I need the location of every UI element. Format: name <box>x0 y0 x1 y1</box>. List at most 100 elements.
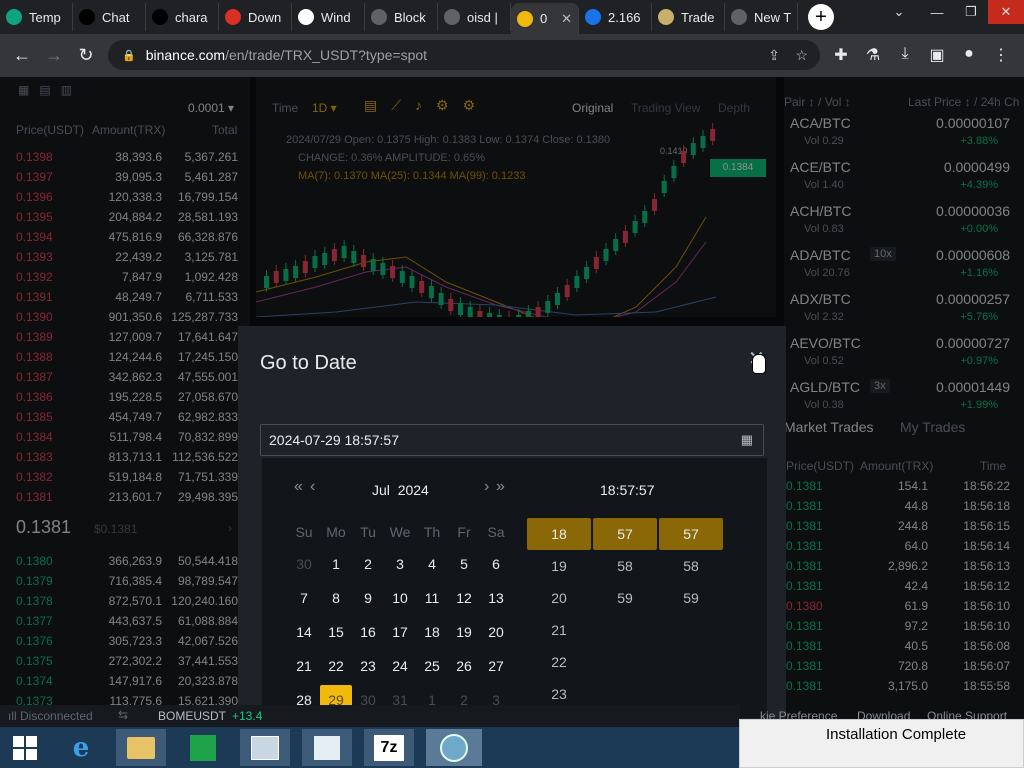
minute-option[interactable]: 57 <box>593 518 657 550</box>
browser-tab[interactable]: New T <box>725 3 798 31</box>
calendar-day[interactable]: 17 <box>384 617 416 647</box>
calendar-icon[interactable]: ▦ <box>741 425 753 455</box>
calendar-day[interactable]: 6 <box>480 549 512 579</box>
browser-tab[interactable]: Trade <box>652 3 725 31</box>
calendar-day[interactable]: 23 <box>352 651 384 681</box>
calendar-day[interactable]: 30 <box>288 549 320 579</box>
browser-tab[interactable]: 0 ✕ <box>511 3 579 34</box>
restore-icon[interactable]: ❐ <box>954 0 988 24</box>
internet-explorer-icon[interactable]: e <box>56 729 106 766</box>
extensions-icon[interactable]: ✚ <box>830 45 852 65</box>
share-icon[interactable]: ⇪ <box>768 47 780 64</box>
document-app-icon[interactable] <box>302 729 352 766</box>
date-input[interactable]: 2024-07-29 18:57:57 ▦ <box>260 424 764 456</box>
profile-avatar-icon[interactable]: ● <box>958 45 980 63</box>
toast-title: Installation Complete <box>826 726 967 743</box>
reload-icon[interactable]: ↻ <box>70 45 102 66</box>
hour-option[interactable]: 21 <box>527 614 591 646</box>
url-bar[interactable]: 🔒 binance.com/en/trade/TRX_USDT?type=spo… <box>108 40 820 70</box>
monitor-app-icon[interactable] <box>240 729 290 766</box>
calendar-day[interactable]: 19 <box>448 617 480 647</box>
second-option[interactable]: 59 <box>659 582 723 614</box>
weekday-label: Th <box>423 524 441 540</box>
calendar-day[interactable]: 7 <box>288 583 320 613</box>
status-bar: ıll Disconnected ⇆ BOMEUSDT +13.4 <box>0 705 740 727</box>
hour-option[interactable]: 20 <box>527 582 591 614</box>
calendar-day[interactable]: 2 <box>352 549 384 579</box>
globe-icon <box>371 9 387 25</box>
tab-title: 0 <box>540 11 548 26</box>
calendar-day[interactable]: 13 <box>480 583 512 613</box>
browser-tab[interactable]: Wind <box>292 3 365 31</box>
tab-title: 2.166 <box>608 9 641 25</box>
prev-year-icon[interactable]: « <box>294 478 303 496</box>
installation-complete-toast[interactable]: Installation Complete <box>739 719 1024 768</box>
calendar-day[interactable]: 10 <box>384 583 416 613</box>
calendar-day[interactable]: 16 <box>352 617 384 647</box>
browser-tab[interactable]: Block <box>365 3 438 31</box>
calendar-day[interactable]: 15 <box>320 617 352 647</box>
minute-option[interactable]: 59 <box>593 582 657 614</box>
globe-app-icon[interactable] <box>426 729 482 766</box>
calendar-month[interactable]: Jul <box>372 482 390 498</box>
tab-title: Block <box>394 9 426 25</box>
browser-tab[interactable]: oisd | <box>438 3 511 31</box>
calendar-day[interactable]: 26 <box>448 651 480 681</box>
browser-tab[interactable]: chara <box>146 3 219 31</box>
second-option[interactable]: 58 <box>659 550 723 582</box>
hour-option[interactable]: 22 <box>527 646 591 678</box>
calendar-day[interactable]: 12 <box>448 583 480 613</box>
go-to-date-modal: Go to Date ✕ 2024-07-29 18:57:57 ▦ « ‹ J… <box>238 326 786 728</box>
trade-icon <box>658 9 674 25</box>
status-ticker[interactable]: BOMEUSDT <box>158 709 226 723</box>
calendar-day[interactable]: 22 <box>320 651 352 681</box>
download-icon[interactable]: ⤓ <box>894 45 916 63</box>
store-icon[interactable] <box>178 729 228 766</box>
file-explorer-icon[interactable] <box>116 729 166 766</box>
close-tab-icon[interactable]: ✕ <box>561 11 572 27</box>
month-year-label[interactable]: Jul 2024 <box>372 482 429 498</box>
7zip-icon[interactable]: 7z <box>364 729 414 766</box>
calendar-day[interactable]: 21 <box>288 651 320 681</box>
tab-search-icon[interactable]: ⌄ <box>882 0 916 24</box>
back-icon[interactable]: ← <box>6 45 38 66</box>
browser-tab[interactable]: Chat <box>73 3 146 31</box>
forward-icon[interactable]: → <box>38 45 70 66</box>
minute-option[interactable]: 58 <box>593 550 657 582</box>
calendar-year[interactable]: 2024 <box>398 482 429 498</box>
browser-tab[interactable]: Temp <box>0 3 73 31</box>
calendar-day[interactable]: 18 <box>416 617 448 647</box>
tab-title: Chat <box>102 9 130 25</box>
close-window-icon[interactable]: ✕ <box>988 0 1024 24</box>
menu-kebab-icon[interactable]: ⋮ <box>990 45 1012 65</box>
calendar-day[interactable]: 25 <box>416 651 448 681</box>
bookmark-star-icon[interactable]: ☆ <box>795 47 808 64</box>
calendar-day[interactable]: 4 <box>416 549 448 579</box>
hour-option[interactable]: 18 <box>527 518 591 550</box>
calendar-day[interactable]: 3 <box>384 549 416 579</box>
calendar-day[interactable]: 1 <box>320 549 352 579</box>
calendar-day[interactable]: 14 <box>288 617 320 647</box>
calendar-day[interactable]: 8 <box>320 583 352 613</box>
hour-option[interactable]: 19 <box>527 550 591 582</box>
weekday-label: Su <box>295 524 313 540</box>
new-tab-button[interactable]: + <box>808 4 834 30</box>
windows-start-icon[interactable] <box>0 729 50 766</box>
calendar-day[interactable]: 27 <box>480 651 512 681</box>
settings-sliders-icon[interactable]: ⇆ <box>118 708 128 722</box>
next-year-icon[interactable]: » <box>496 478 505 496</box>
calendar-day[interactable]: 11 <box>416 583 448 613</box>
minimize-icon[interactable]: — <box>920 0 954 24</box>
calendar-day[interactable]: 9 <box>352 583 384 613</box>
calendar-day[interactable]: 5 <box>448 549 480 579</box>
browser-tab[interactable]: Down <box>219 3 292 31</box>
calendar-day[interactable]: 20 <box>480 617 512 647</box>
sidepanel-icon[interactable]: ▣ <box>926 45 948 65</box>
calendar-day[interactable]: 24 <box>384 651 416 681</box>
prev-month-icon[interactable]: ‹ <box>310 478 315 496</box>
url-path: /en/trade/TRX_USDT?type=spot <box>225 47 428 63</box>
next-month-icon[interactable]: › <box>484 478 489 496</box>
lab-flask-icon[interactable]: ⚗ <box>862 45 884 65</box>
second-option[interactable]: 57 <box>659 518 723 550</box>
browser-tab[interactable]: 2.166 <box>579 3 652 31</box>
